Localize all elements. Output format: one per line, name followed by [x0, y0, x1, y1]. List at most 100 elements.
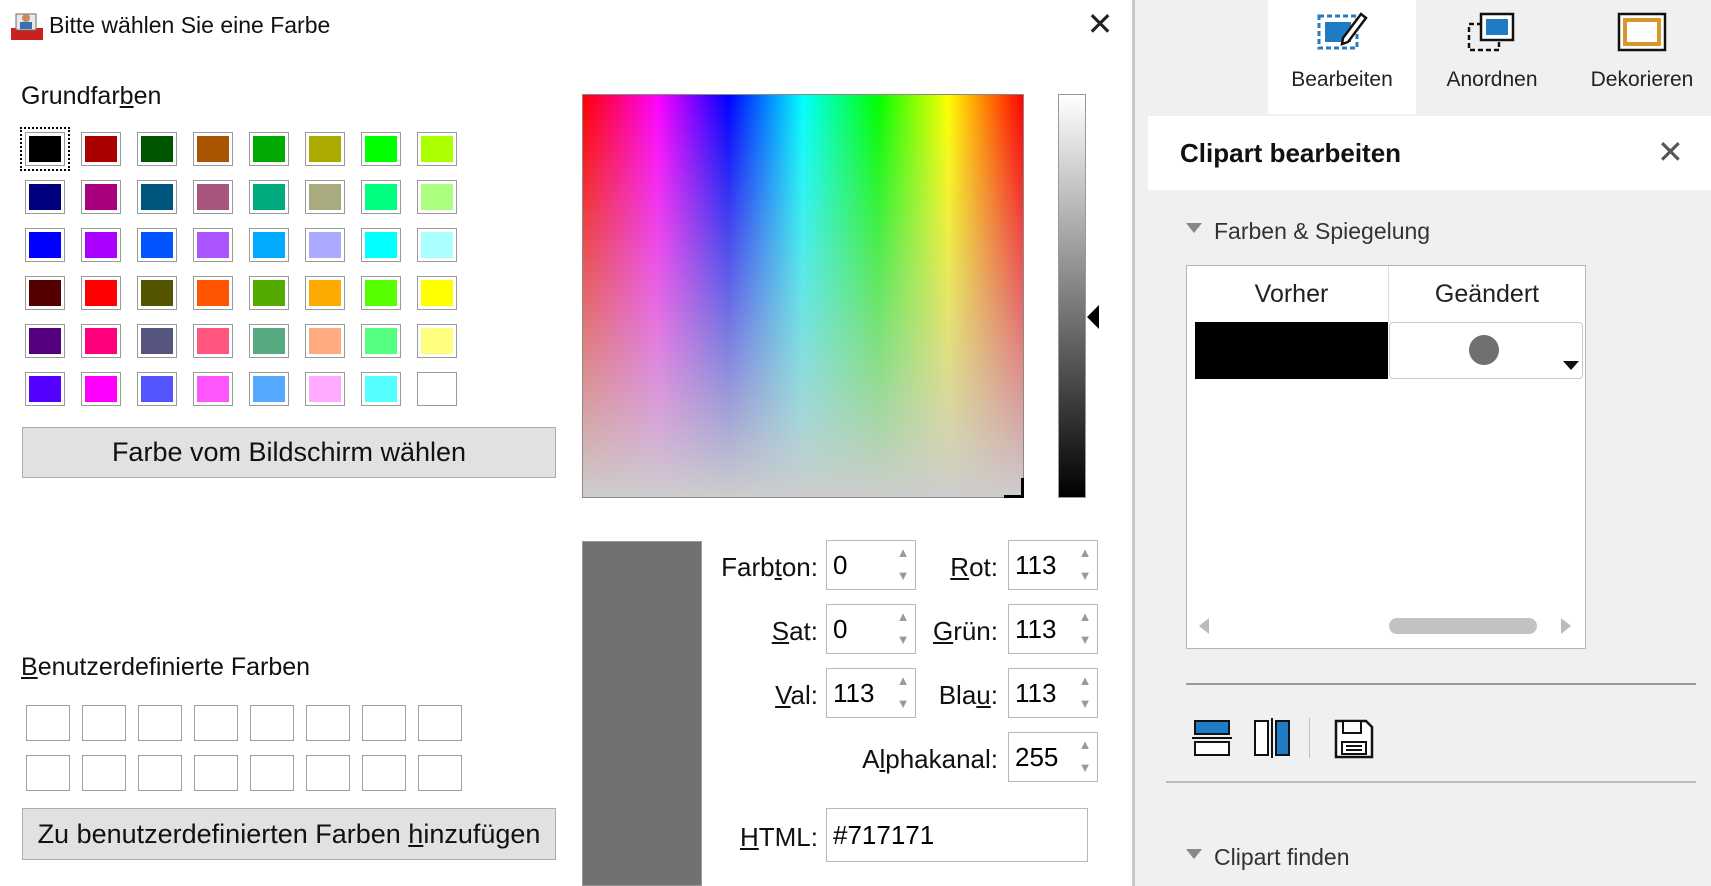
- basic-color-swatch[interactable]: [137, 372, 177, 406]
- custom-color-slot[interactable]: [250, 705, 294, 741]
- spin-down-icon[interactable]: ▼: [1077, 569, 1093, 583]
- basic-color-swatch[interactable]: [417, 276, 457, 310]
- spin-down-icon[interactable]: ▼: [1077, 761, 1093, 775]
- basic-color-swatch[interactable]: [249, 180, 289, 214]
- custom-color-slot[interactable]: [194, 755, 238, 791]
- basic-color-swatch[interactable]: [249, 324, 289, 358]
- basic-color-swatch[interactable]: [417, 324, 457, 358]
- basic-color-swatch[interactable]: [81, 372, 121, 406]
- red-spinbox[interactable]: 113 ▲ ▼: [1008, 540, 1098, 590]
- basic-color-swatch[interactable]: [193, 228, 233, 262]
- basic-color-swatch[interactable]: [137, 324, 177, 358]
- horizontal-scrollbar[interactable]: [1389, 618, 1537, 634]
- basic-color-swatch[interactable]: [193, 132, 233, 166]
- basic-color-swatch[interactable]: [137, 132, 177, 166]
- custom-color-slot[interactable]: [194, 705, 238, 741]
- basic-color-swatch[interactable]: [417, 372, 457, 406]
- basic-color-swatch[interactable]: [81, 228, 121, 262]
- html-input[interactable]: #717171: [826, 808, 1088, 862]
- custom-color-slot[interactable]: [26, 755, 70, 791]
- custom-color-slot[interactable]: [82, 755, 126, 791]
- spin-down-icon[interactable]: ▼: [1077, 697, 1093, 711]
- luminance-pointer-icon[interactable]: [1087, 305, 1099, 329]
- custom-color-slot[interactable]: [26, 705, 70, 741]
- section-find-clipart[interactable]: Clipart finden: [1214, 844, 1350, 871]
- custom-color-slot[interactable]: [250, 755, 294, 791]
- basic-color-swatch[interactable]: [193, 180, 233, 214]
- basic-color-swatch[interactable]: [249, 372, 289, 406]
- basic-color-swatch[interactable]: [20, 127, 70, 171]
- spin-up-icon[interactable]: ▲: [895, 546, 911, 560]
- spin-down-icon[interactable]: ▼: [895, 569, 911, 583]
- basic-color-swatch[interactable]: [25, 372, 65, 406]
- basic-color-swatch[interactable]: [305, 372, 345, 406]
- luminance-slider[interactable]: [1058, 94, 1086, 498]
- scroll-right-icon[interactable]: [1561, 618, 1571, 634]
- basic-color-swatch[interactable]: [25, 324, 65, 358]
- spin-down-icon[interactable]: ▼: [895, 697, 911, 711]
- sat-spinbox[interactable]: 0 ▲ ▼: [826, 604, 916, 654]
- hue-spinbox[interactable]: 0 ▲ ▼: [826, 540, 916, 590]
- green-spinbox[interactable]: 113 ▲ ▼: [1008, 604, 1098, 654]
- basic-color-swatch[interactable]: [249, 276, 289, 310]
- basic-color-swatch[interactable]: [305, 228, 345, 262]
- basic-color-swatch[interactable]: [417, 132, 457, 166]
- basic-color-swatch[interactable]: [81, 276, 121, 310]
- custom-color-slot[interactable]: [306, 755, 350, 791]
- basic-color-swatch[interactable]: [137, 228, 177, 262]
- spin-down-icon[interactable]: ▼: [1077, 633, 1093, 647]
- basic-color-swatch[interactable]: [137, 276, 177, 310]
- basic-color-swatch[interactable]: [25, 180, 65, 214]
- basic-color-swatch[interactable]: [193, 324, 233, 358]
- basic-color-swatch[interactable]: [193, 372, 233, 406]
- basic-color-swatch[interactable]: [361, 228, 401, 262]
- basic-color-swatch[interactable]: [361, 132, 401, 166]
- basic-color-swatch[interactable]: [361, 180, 401, 214]
- flip-vertical-button[interactable]: [1192, 718, 1232, 763]
- basic-color-swatch[interactable]: [25, 276, 65, 310]
- basic-color-swatch[interactable]: [417, 180, 457, 214]
- custom-color-slot[interactable]: [82, 705, 126, 741]
- spin-down-icon[interactable]: ▼: [895, 633, 911, 647]
- close-icon[interactable]: ✕: [1657, 133, 1684, 171]
- scroll-left-icon[interactable]: [1199, 618, 1209, 634]
- spin-up-icon[interactable]: ▲: [1077, 610, 1093, 624]
- changed-color-dropdown[interactable]: [1389, 322, 1583, 379]
- basic-color-swatch[interactable]: [417, 228, 457, 262]
- custom-color-slot[interactable]: [362, 705, 406, 741]
- basic-color-swatch[interactable]: [305, 132, 345, 166]
- basic-color-swatch[interactable]: [361, 276, 401, 310]
- basic-color-swatch[interactable]: [249, 228, 289, 262]
- blue-spinbox[interactable]: 113 ▲ ▼: [1008, 668, 1098, 718]
- save-button[interactable]: [1333, 718, 1375, 765]
- basic-color-swatch[interactable]: [81, 180, 121, 214]
- spin-up-icon[interactable]: ▲: [1077, 546, 1093, 560]
- collapse-triangle-icon[interactable]: [1186, 849, 1202, 859]
- section-colors-mirroring[interactable]: Farben & Spiegelung: [1214, 218, 1430, 245]
- basic-color-swatch[interactable]: [305, 276, 345, 310]
- tab-edit[interactable]: Bearbeiten: [1268, 0, 1416, 114]
- custom-color-slot[interactable]: [418, 705, 462, 741]
- custom-color-slot[interactable]: [418, 755, 462, 791]
- custom-color-slot[interactable]: [306, 705, 350, 741]
- spin-up-icon[interactable]: ▲: [1077, 738, 1093, 752]
- spin-up-icon[interactable]: ▲: [1077, 674, 1093, 688]
- alpha-spinbox[interactable]: 255 ▲ ▼: [1008, 732, 1098, 782]
- basic-color-swatch[interactable]: [81, 324, 121, 358]
- pick-screen-color-button[interactable]: Farbe vom Bildschirm wählen: [22, 427, 556, 478]
- basic-color-swatch[interactable]: [305, 180, 345, 214]
- basic-color-swatch[interactable]: [25, 228, 65, 262]
- basic-color-swatch[interactable]: [81, 132, 121, 166]
- close-icon[interactable]: ✕: [1082, 6, 1118, 42]
- tab-decorate[interactable]: Dekorieren: [1568, 0, 1711, 114]
- basic-color-swatch[interactable]: [193, 276, 233, 310]
- add-custom-color-button[interactable]: Zu benutzerdefinierten Farben hinzufügen: [22, 808, 556, 860]
- basic-color-swatch[interactable]: [249, 132, 289, 166]
- flip-horizontal-button[interactable]: [1252, 718, 1292, 763]
- color-spectrum[interactable]: [582, 94, 1024, 498]
- basic-color-swatch[interactable]: [361, 372, 401, 406]
- tab-arrange[interactable]: Anordnen: [1418, 0, 1566, 114]
- basic-color-swatch[interactable]: [305, 324, 345, 358]
- custom-color-slot[interactable]: [138, 705, 182, 741]
- basic-color-swatch[interactable]: [137, 180, 177, 214]
